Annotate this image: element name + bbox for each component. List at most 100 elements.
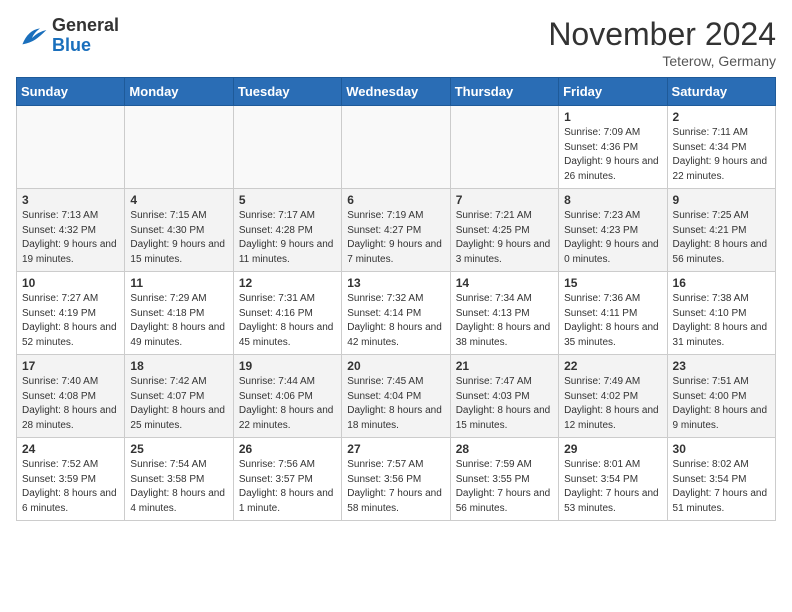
calendar-cell: 7 Sunrise: 7:21 AM Sunset: 4:25 PM Daylig… — [450, 189, 558, 272]
calendar-cell: 23 Sunrise: 7:51 AM Sunset: 4:00 PM Dayli… — [667, 355, 775, 438]
day-number: 16 — [673, 276, 770, 290]
day-info: Sunrise: 7:17 AM Sunset: 4:28 PM Dayligh… — [239, 209, 336, 267]
day-info: Sunrise: 7:56 AM Sunset: 3:57 PM Dayligh… — [239, 458, 336, 516]
day-number: 14 — [456, 276, 553, 290]
calendar-cell: 11 Sunrise: 7:29 AM Sunset: 4:18 PM Dayli… — [125, 272, 233, 355]
day-info: Sunrise: 7:31 AM Sunset: 4:16 PM Dayligh… — [239, 292, 336, 350]
day-number: 28 — [456, 442, 553, 456]
day-number: 20 — [347, 359, 444, 373]
day-info: Sunrise: 7:45 AM Sunset: 4:04 PM Dayligh… — [347, 375, 444, 433]
calendar-cell: 12 Sunrise: 7:31 AM Sunset: 4:16 PM Dayli… — [233, 272, 341, 355]
day-info: Sunrise: 7:36 AM Sunset: 4:11 PM Dayligh… — [564, 292, 661, 350]
calendar-cell: 30 Sunrise: 8:02 AM Sunset: 3:54 PM Dayli… — [667, 438, 775, 521]
day-number: 1 — [564, 110, 661, 124]
day-number: 10 — [22, 276, 119, 290]
day-info: Sunrise: 7:57 AM Sunset: 3:56 PM Dayligh… — [347, 458, 444, 516]
day-info: Sunrise: 7:42 AM Sunset: 4:07 PM Dayligh… — [130, 375, 227, 433]
calendar-cell: 22 Sunrise: 7:49 AM Sunset: 4:02 PM Dayli… — [559, 355, 667, 438]
calendar-cell: 17Sunrise: 7:40 AM Sunset: 4:08 PM Dayli… — [17, 355, 125, 438]
day-info: Sunrise: 8:01 AM Sunset: 3:54 PM Dayligh… — [564, 458, 661, 516]
day-info: Sunrise: 7:32 AM Sunset: 4:14 PM Dayligh… — [347, 292, 444, 350]
day-info: Sunrise: 7:54 AM Sunset: 3:58 PM Dayligh… — [130, 458, 227, 516]
page-header: General Blue November 2024 Teterow, Germ… — [16, 16, 776, 69]
day-info: Sunrise: 7:11 AM Sunset: 4:34 PM Dayligh… — [673, 126, 770, 184]
day-number: 19 — [239, 359, 336, 373]
calendar-cell: 28 Sunrise: 7:59 AM Sunset: 3:55 PM Dayli… — [450, 438, 558, 521]
day-info: Sunrise: 7:27 AM Sunset: 4:19 PM Dayligh… — [22, 292, 119, 350]
day-number: 23 — [673, 359, 770, 373]
day-number: 7 — [456, 193, 553, 207]
day-number: 29 — [564, 442, 661, 456]
day-number: 11 — [130, 276, 227, 290]
day-header-tuesday: Tuesday — [233, 78, 341, 106]
day-info: Sunrise: 7:51 AM Sunset: 4:00 PM Dayligh… — [673, 375, 770, 433]
day-info: Sunrise: 7:09 AM Sunset: 4:36 PM Dayligh… — [564, 126, 661, 184]
day-info: Sunrise: 7:38 AM Sunset: 4:10 PM Dayligh… — [673, 292, 770, 350]
day-number: 9 — [673, 193, 770, 207]
day-info: Sunrise: 7:49 AM Sunset: 4:02 PM Dayligh… — [564, 375, 661, 433]
day-header-monday: Monday — [125, 78, 233, 106]
day-number: 27 — [347, 442, 444, 456]
calendar-week-row: 17Sunrise: 7:40 AM Sunset: 4:08 PM Dayli… — [17, 355, 776, 438]
calendar-cell: 1 Sunrise: 7:09 AM Sunset: 4:36 PM Daylig… — [559, 106, 667, 189]
day-number: 2 — [673, 110, 770, 124]
logo-text: General Blue — [52, 16, 119, 56]
day-number: 15 — [564, 276, 661, 290]
day-number: 22 — [564, 359, 661, 373]
calendar-cell — [342, 106, 450, 189]
calendar-cell: 3Sunrise: 7:13 AM Sunset: 4:32 PM Daylig… — [17, 189, 125, 272]
calendar-cell: 29 Sunrise: 8:01 AM Sunset: 3:54 PM Dayli… — [559, 438, 667, 521]
calendar-header-row: SundayMondayTuesdayWednesdayThursdayFrid… — [17, 78, 776, 106]
calendar-cell: 24 Sunrise: 7:52 AM Sunset: 3:59 PM Dayli… — [17, 438, 125, 521]
calendar-table: SundayMondayTuesdayWednesdayThursdayFrid… — [16, 77, 776, 521]
day-number: 8 — [564, 193, 661, 207]
calendar-cell: 8Sunrise: 7:23 AM Sunset: 4:23 PM Daylig… — [559, 189, 667, 272]
calendar-week-row: 10 Sunrise: 7:27 AM Sunset: 4:19 PM Dayli… — [17, 272, 776, 355]
day-info: Sunrise: 7:59 AM Sunset: 3:55 PM Dayligh… — [456, 458, 553, 516]
day-info: Sunrise: 7:52 AM Sunset: 3:59 PM Dayligh… — [22, 458, 119, 516]
calendar-cell: 2 Sunrise: 7:11 AM Sunset: 4:34 PM Daylig… — [667, 106, 775, 189]
day-number: 5 — [239, 193, 336, 207]
day-info: Sunrise: 7:40 AM Sunset: 4:08 PM Dayligh… — [22, 375, 119, 433]
logo: General Blue — [16, 16, 119, 56]
day-number: 18 — [130, 359, 227, 373]
calendar-cell: 20 Sunrise: 7:45 AM Sunset: 4:04 PM Dayli… — [342, 355, 450, 438]
calendar-cell: 4 Sunrise: 7:15 AM Sunset: 4:30 PM Daylig… — [125, 189, 233, 272]
calendar-cell: 25 Sunrise: 7:54 AM Sunset: 3:58 PM Dayli… — [125, 438, 233, 521]
day-header-friday: Friday — [559, 78, 667, 106]
day-number: 25 — [130, 442, 227, 456]
calendar-week-row: 3Sunrise: 7:13 AM Sunset: 4:32 PM Daylig… — [17, 189, 776, 272]
day-info: Sunrise: 7:25 AM Sunset: 4:21 PM Dayligh… — [673, 209, 770, 267]
day-header-saturday: Saturday — [667, 78, 775, 106]
day-number: 13 — [347, 276, 444, 290]
calendar-cell: 18 Sunrise: 7:42 AM Sunset: 4:07 PM Dayli… — [125, 355, 233, 438]
day-header-thursday: Thursday — [450, 78, 558, 106]
calendar-cell: 16 Sunrise: 7:38 AM Sunset: 4:10 PM Dayli… — [667, 272, 775, 355]
calendar-cell: 5 Sunrise: 7:17 AM Sunset: 4:28 PM Daylig… — [233, 189, 341, 272]
calendar-cell: 13 Sunrise: 7:32 AM Sunset: 4:14 PM Dayli… — [342, 272, 450, 355]
calendar-cell: 15 Sunrise: 7:36 AM Sunset: 4:11 PM Dayli… — [559, 272, 667, 355]
day-info: Sunrise: 7:47 AM Sunset: 4:03 PM Dayligh… — [456, 375, 553, 433]
calendar-cell: 19Sunrise: 7:44 AM Sunset: 4:06 PM Dayli… — [233, 355, 341, 438]
calendar-cell: 6Sunrise: 7:19 AM Sunset: 4:27 PM Daylig… — [342, 189, 450, 272]
day-info: Sunrise: 7:15 AM Sunset: 4:30 PM Dayligh… — [130, 209, 227, 267]
day-number: 30 — [673, 442, 770, 456]
title-block: November 2024 Teterow, Germany — [548, 16, 776, 69]
day-info: Sunrise: 7:21 AM Sunset: 4:25 PM Dayligh… — [456, 209, 553, 267]
calendar-cell — [450, 106, 558, 189]
day-number: 4 — [130, 193, 227, 207]
day-header-sunday: Sunday — [17, 78, 125, 106]
day-info: Sunrise: 7:19 AM Sunset: 4:27 PM Dayligh… — [347, 209, 444, 267]
day-header-wednesday: Wednesday — [342, 78, 450, 106]
calendar-cell — [125, 106, 233, 189]
day-info: Sunrise: 8:02 AM Sunset: 3:54 PM Dayligh… — [673, 458, 770, 516]
calendar-cell: 9 Sunrise: 7:25 AM Sunset: 4:21 PM Daylig… — [667, 189, 775, 272]
calendar-cell: 10 Sunrise: 7:27 AM Sunset: 4:19 PM Dayli… — [17, 272, 125, 355]
calendar-cell: 21Sunrise: 7:47 AM Sunset: 4:03 PM Dayli… — [450, 355, 558, 438]
day-number: 24 — [22, 442, 119, 456]
day-number: 3 — [22, 193, 119, 207]
calendar-week-row: 24 Sunrise: 7:52 AM Sunset: 3:59 PM Dayli… — [17, 438, 776, 521]
day-number: 12 — [239, 276, 336, 290]
calendar-cell — [233, 106, 341, 189]
day-info: Sunrise: 7:29 AM Sunset: 4:18 PM Dayligh… — [130, 292, 227, 350]
